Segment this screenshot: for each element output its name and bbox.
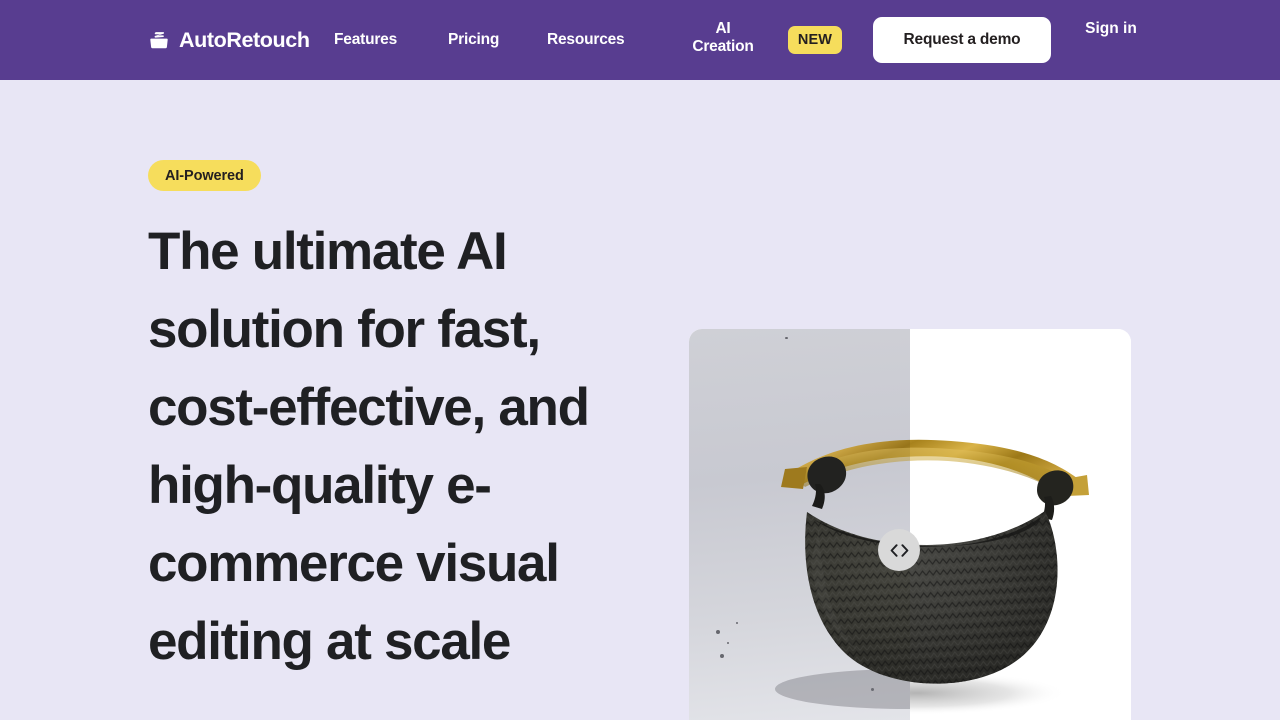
site-header: AutoRetouch Features Pricing Resources A…	[0, 0, 1280, 80]
page-title: The ultimate AI solution for fast, cost-…	[148, 222, 590, 671]
ai-powered-badge: AI-Powered	[148, 160, 261, 191]
nav-item-features[interactable]: Features	[334, 31, 397, 49]
sign-in-link[interactable]: Sign in	[1083, 20, 1139, 38]
nav-item-pricing[interactable]: Pricing	[448, 31, 499, 49]
handbag-illustration-before	[775, 439, 910, 709]
comparison-slider-handle[interactable]	[878, 529, 920, 571]
brand-name: AutoRetouch	[179, 27, 310, 52]
before-after-comparison-card[interactable]	[689, 329, 1131, 720]
hero-text-block: AI-Powered The ultimate AI solution for …	[148, 160, 658, 681]
before-image	[689, 329, 910, 720]
bag-logo-icon	[148, 29, 170, 51]
request-demo-button[interactable]: Request a demo	[873, 17, 1051, 63]
chevron-right-icon	[900, 543, 908, 557]
new-badge[interactable]: NEW	[788, 26, 842, 54]
brand-logo[interactable]: AutoRetouch	[148, 28, 310, 53]
nav-item-resources[interactable]: Resources	[547, 31, 625, 49]
nav-item-ai-creation[interactable]: AI Creation	[686, 20, 760, 57]
chevron-left-icon	[890, 543, 898, 557]
